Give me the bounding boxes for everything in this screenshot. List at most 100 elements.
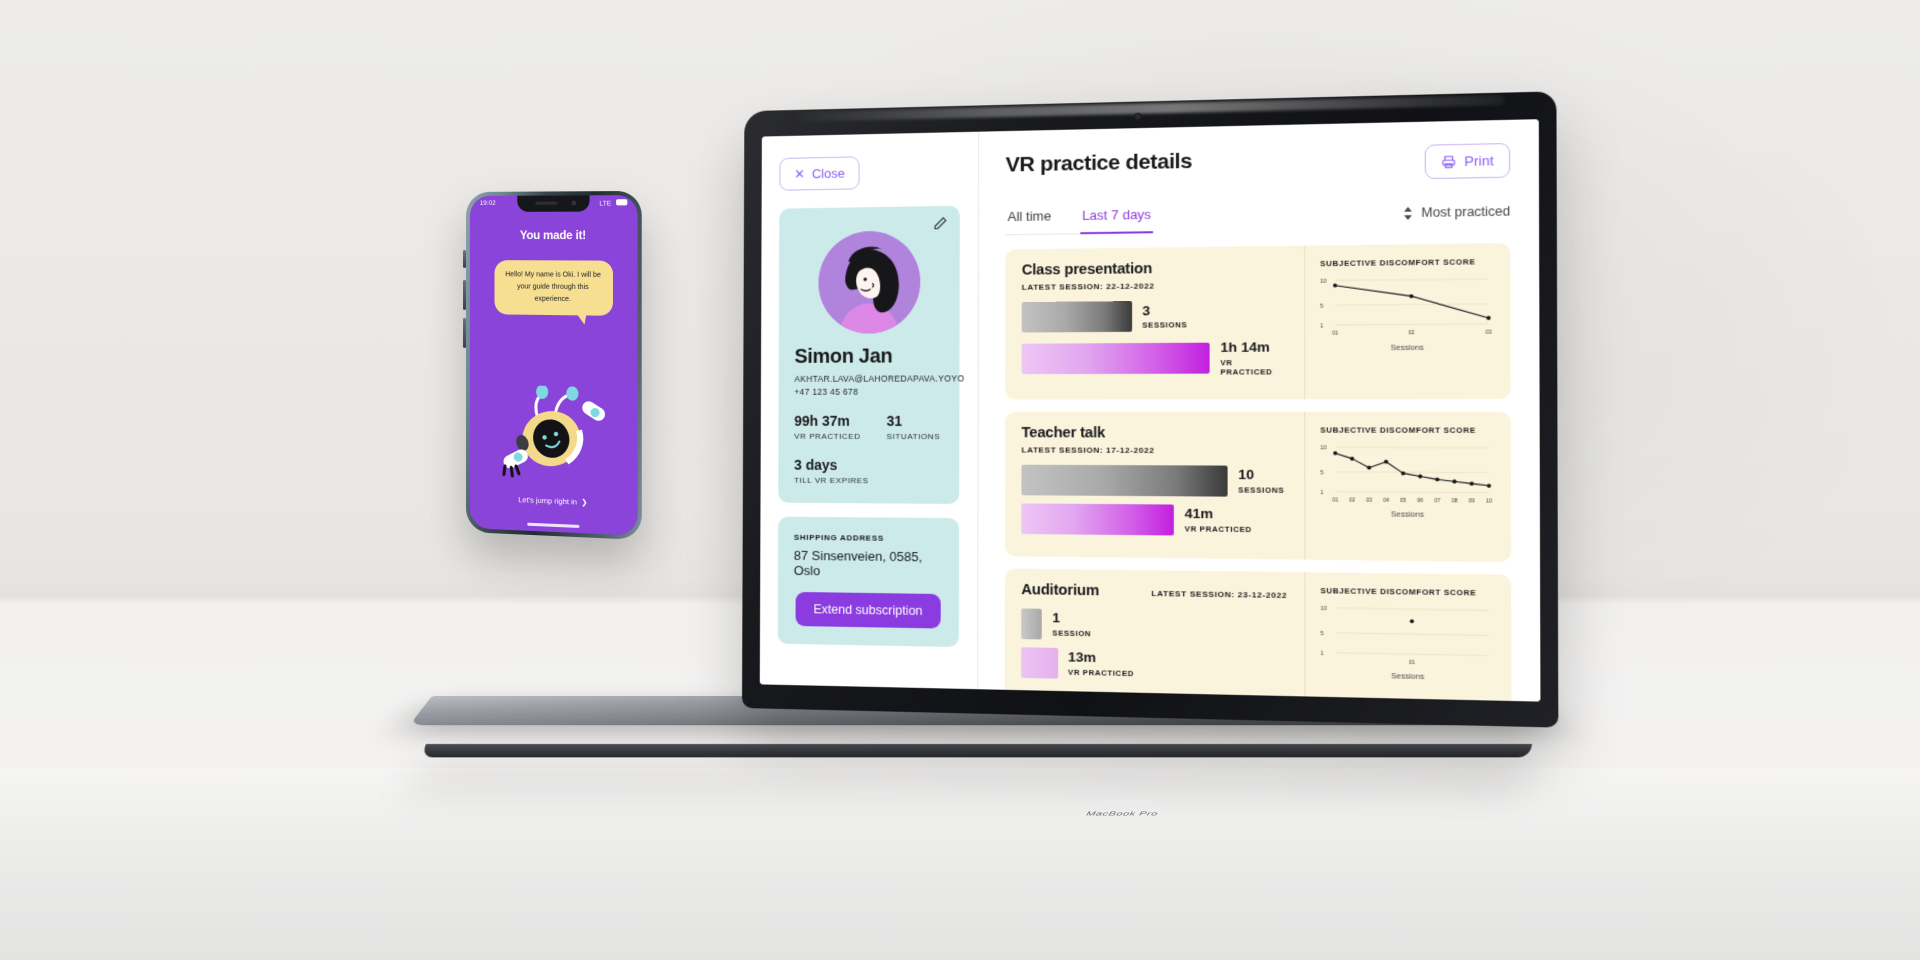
mascot-speech-bubble: Hello! My name is Oki. I will be your gu… [493, 260, 613, 325]
webcam-icon [1134, 112, 1142, 121]
status-time: 19:02 [479, 199, 496, 207]
chart-title: SUBJECTIVE DISCOMFORT SCORE [1320, 585, 1477, 598]
laptop-base-lip [420, 744, 1533, 758]
stat-situations: 31 SITUATIONS [886, 413, 940, 441]
practice-card-auditorium[interactable]: Auditorium LATEST SESSION: 23-12-2022 1 … [1004, 567, 1512, 702]
close-x-icon: ✕ [794, 166, 805, 182]
practiced-bar [1021, 502, 1175, 535]
chart-0: 1 5 10 01 02 03 [1320, 273, 1495, 342]
phone-cta-label: Let's jump right in [518, 495, 577, 507]
svg-text:03: 03 [1366, 497, 1372, 503]
chart-xlabel: Sessions [1391, 671, 1425, 682]
card-latest-session: LATEST SESSION: 17-12-2022 [1021, 444, 1155, 455]
close-button-label: Close [811, 165, 845, 182]
practiced-bar-text: 1h 14m VR PRACTICED [1220, 339, 1287, 376]
sessions-bar [1021, 607, 1043, 639]
svg-text:10: 10 [1320, 605, 1326, 611]
svg-text:01: 01 [1409, 659, 1415, 666]
sessions-label: SESSIONS [1142, 320, 1188, 330]
sessions-value: 1 [1052, 610, 1061, 626]
svg-text:10: 10 [1320, 445, 1326, 451]
tab-last-7-days[interactable]: Last 7 days [1079, 200, 1154, 235]
print-button-label: Print [1464, 152, 1494, 170]
sessions-bar-row: 3 SESSIONS [1021, 300, 1287, 333]
svg-text:01: 01 [1332, 496, 1338, 502]
card-title: Teacher talk [1021, 424, 1106, 442]
svg-text:1: 1 [1320, 489, 1323, 495]
card-chart-panel: SUBJECTIVE DISCOMFORT SCORE 1 5 10 01 02 03 S… [1304, 242, 1511, 399]
sort-updown-icon [1403, 206, 1412, 220]
pencil-edit-icon[interactable] [933, 216, 948, 231]
phone-body: 19:02 LTE You made it! Hello! My name is… [466, 190, 642, 540]
practice-cards: Class presentation LATEST SESSION: 22-12… [1004, 242, 1512, 702]
svg-text:1: 1 [1320, 323, 1323, 329]
phone-cta[interactable]: Let's jump right in ❯ [470, 493, 638, 509]
phone-screen: 19:02 LTE You made it! Hello! My name is… [469, 195, 638, 536]
stat-value: 99h 37m [794, 412, 850, 429]
stat-vr-practiced: 99h 37m VR PRACTICED [794, 413, 860, 441]
laptop-lid: ✕ Close Simon Jan AKHTAR.LAVA@LAHOREDAPA… [742, 91, 1559, 728]
profile-card: Simon Jan AKHTAR.LAVA@LAHOREDAPAVA.YOYO … [778, 205, 965, 504]
practiced-bar-row: 13m VR PRACTICED [1021, 646, 1287, 683]
practiced-bar-row: 1h 14m VR PRACTICED [1021, 339, 1287, 377]
sessions-bar [1021, 301, 1132, 333]
practiced-bar-text: 41m VR PRACTICED [1185, 506, 1252, 534]
card-summary: Teacher talk LATEST SESSION: 17-12-2022 … [1005, 411, 1304, 559]
discomfort-score-chart: 1 5 10 01 [1320, 605, 1496, 666]
app-main: VR practice details Print All time Last … [978, 119, 1541, 702]
bubble-tail [575, 312, 587, 325]
phone-headline: You made it! [519, 229, 586, 243]
sessions-bar-row: 1 SESSION [1021, 607, 1287, 643]
svg-text:09: 09 [1469, 497, 1475, 503]
printer-icon [1441, 154, 1456, 169]
battery-icon [616, 199, 628, 206]
practiced-value: 13m [1068, 649, 1097, 666]
expiry-label: TILL VR EXPIRES [794, 475, 869, 486]
svg-text:02: 02 [1408, 330, 1414, 336]
sessions-label: SESSION [1052, 628, 1092, 639]
profile-name: Simon Jan [794, 345, 893, 368]
tab-all-time[interactable]: All time [1005, 202, 1053, 235]
svg-text:05: 05 [1400, 497, 1406, 503]
sort-label: Most practiced [1421, 203, 1511, 221]
print-button[interactable]: Print [1424, 142, 1511, 180]
chart-xlabel: Sessions [1390, 509, 1425, 520]
sessions-bar-text: 3 SESSIONS [1142, 302, 1187, 330]
extend-subscription-button[interactable]: Extend subscription [795, 591, 941, 629]
practice-card-teacher-talk[interactable]: Teacher talk LATEST SESSION: 17-12-2022 … [1004, 411, 1512, 562]
front-camera-icon [570, 200, 576, 206]
practiced-bar [1021, 342, 1210, 374]
svg-text:5: 5 [1320, 303, 1323, 309]
practiced-label: VR PRACTICED [1068, 667, 1134, 678]
shipping-address-card: SHIPPING ADDRESS 87 Sinsenveien, 0585, O… [777, 516, 960, 648]
card-title: Auditorium [1021, 581, 1099, 599]
discomfort-score-chart: 1 5 10 01 02 03 [1320, 273, 1492, 336]
close-button[interactable]: ✕ Close [779, 156, 860, 191]
svg-text:1: 1 [1321, 650, 1324, 656]
card-summary: Class presentation LATEST SESSION: 22-12… [1005, 246, 1304, 399]
svg-text:5: 5 [1320, 630, 1323, 636]
practiced-bar-row: 41m VR PRACTICED [1021, 502, 1287, 536]
practiced-bar-text: 13m VR PRACTICED [1068, 649, 1134, 678]
chart-2: 1 5 10 01 [1320, 601, 1496, 672]
shipping-label: SHIPPING ADDRESS [793, 532, 884, 543]
svg-text:01: 01 [1332, 330, 1338, 336]
sessions-bar-text: 10 SESSIONS [1238, 467, 1284, 495]
card-summary: Auditorium LATEST SESSION: 23-12-2022 1 … [1005, 568, 1305, 702]
floor-band [0, 770, 1920, 960]
sort-control[interactable]: Most practiced [1403, 203, 1511, 221]
sessions-bar-text: 1 SESSION [1052, 610, 1091, 638]
tabs-row: All time Last 7 days Most practiced [1005, 195, 1510, 236]
svg-text:07: 07 [1434, 497, 1440, 503]
profile-email: AKHTAR.LAVA@LAHOREDAPAVA.YOYO [794, 373, 965, 384]
app-sidebar: ✕ Close Simon Jan AKHTAR.LAVA@LAHOREDAPA… [759, 131, 980, 690]
card-chart-panel: SUBJECTIVE DISCOMFORT SCORE 1 5 10 01 02 03 04… [1304, 411, 1512, 562]
sessions-value: 10 [1238, 466, 1255, 483]
svg-text:10: 10 [1320, 279, 1326, 285]
profile-stats: 99h 37m VR PRACTICED 31 SITUATIONS [794, 413, 943, 441]
practice-card-class-presentation[interactable]: Class presentation LATEST SESSION: 22-12… [1005, 242, 1511, 400]
sessions-label: SESSIONS [1238, 485, 1285, 495]
card-bars: 1 SESSION 13m VR PRACTICED [1021, 607, 1287, 683]
oki-robot-mascot-icon [493, 384, 607, 485]
status-right: LTE [599, 199, 628, 207]
